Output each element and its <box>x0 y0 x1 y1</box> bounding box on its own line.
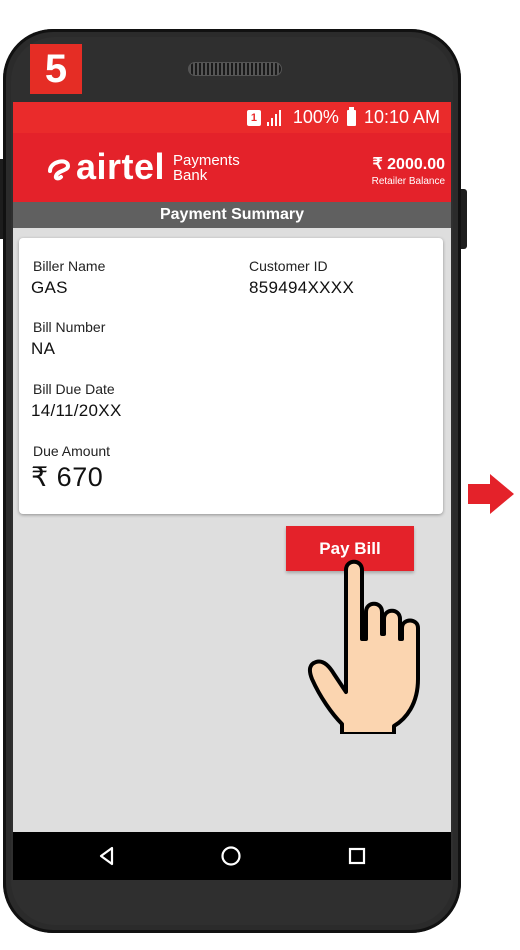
home-icon[interactable] <box>219 844 243 868</box>
sim-icon: 1 <box>246 109 261 126</box>
hand-pointer-icon <box>307 559 420 734</box>
bill-number-label: Bill Number <box>33 319 106 335</box>
speaker-grille <box>188 62 282 76</box>
page-title: Payment Summary <box>13 202 451 228</box>
step-badge: 5 <box>30 44 82 94</box>
brand-name: airtel <box>76 146 166 187</box>
status-time: 10:10 AM <box>363 107 440 127</box>
battery-icon <box>346 106 356 126</box>
next-arrow-icon <box>468 474 514 514</box>
status-bar: 1 100% 10:10 AM <box>13 102 451 133</box>
biller-name-value: GAS <box>31 278 68 297</box>
retailer-balance-label: Retailer Balance <box>371 176 445 187</box>
retailer-balance: ₹ 2000.00 <box>372 156 445 173</box>
airtel-logo-icon <box>48 159 71 181</box>
due-date-label: Bill Due Date <box>33 381 115 397</box>
biller-name-label: Biller Name <box>33 258 106 274</box>
phone-screen: 1 100% 10:10 AM airtel Payments Bank ₹ 2… <box>13 102 451 832</box>
payment-summary-card: Biller Name GAS Customer ID 859494XXXX B… <box>19 238 443 514</box>
customer-id-label: Customer ID <box>249 258 328 274</box>
due-amount-value: ₹ 670 <box>31 462 104 492</box>
battery-percent: 100% <box>292 107 339 127</box>
volume-button <box>0 159 3 239</box>
brand-subtitle-line1: Payments <box>173 152 240 169</box>
due-amount-label: Due Amount <box>33 443 111 459</box>
android-nav-bar <box>13 832 451 880</box>
signal-icon <box>266 109 281 126</box>
brand-subtitle: Payments Bank <box>173 153 240 183</box>
power-button <box>461 189 467 249</box>
recents-icon[interactable] <box>345 844 369 868</box>
due-date-value: 14/11/20XX <box>31 401 122 420</box>
brand-subtitle-line2: Bank <box>173 167 208 184</box>
customer-id-value: 859494XXXX <box>249 278 355 297</box>
bill-number-value: NA <box>31 339 56 358</box>
app-header: airtel Payments Bank ₹ 2000.00 Retailer … <box>13 133 451 202</box>
back-icon[interactable] <box>95 844 119 868</box>
